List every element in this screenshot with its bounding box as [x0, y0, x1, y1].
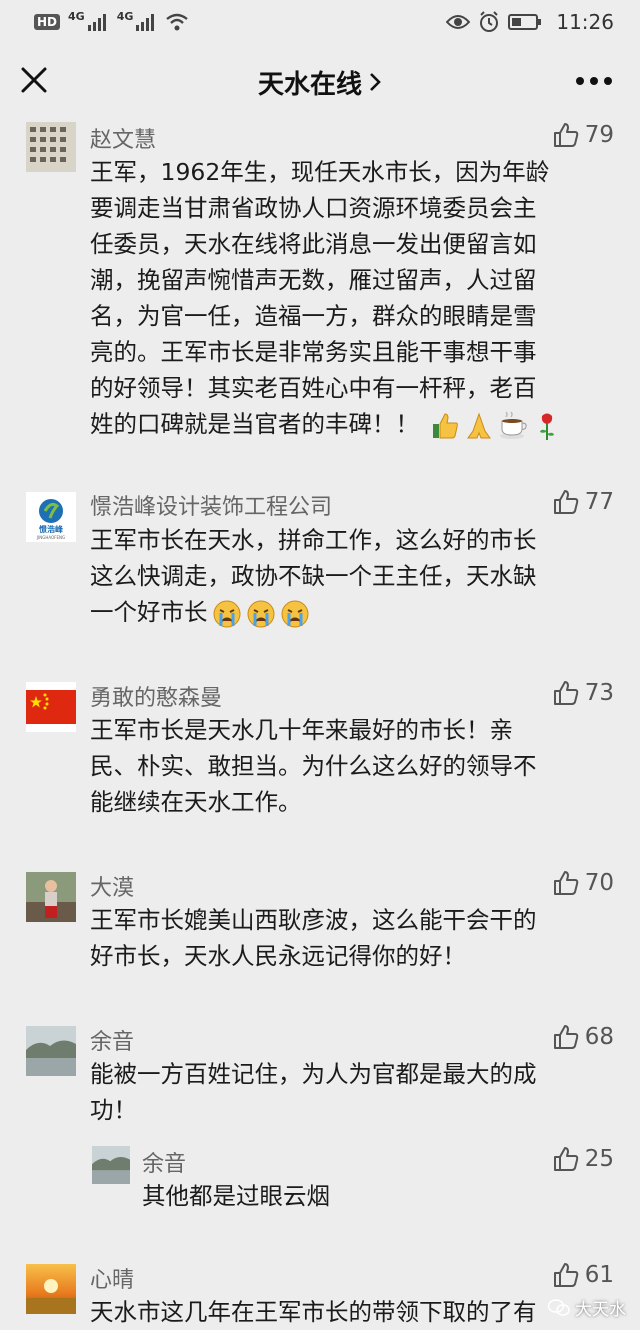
text-line: 王军，1962年生，现任天水市长，因为年龄: [90, 158, 550, 186]
network-label-1: 4G: [68, 9, 85, 23]
like-button[interactable]: 77: [553, 489, 614, 515]
rose-emoji: [540, 413, 555, 440]
comment-text: 王军市长媲美山西耿彦波，这么能干会干的 好市长，天水人民永远记得你的好！: [90, 902, 612, 974]
close-icon[interactable]: [18, 64, 50, 96]
wechat-icon: [548, 1298, 570, 1316]
avatar[interactable]: [26, 1026, 76, 1076]
text-line: 天水市这几年在王军市长的带领下取的了有: [90, 1298, 537, 1326]
comment-author: 余音: [90, 1030, 135, 1055]
text-line: 这么快调走，政协不缺一个王主任，天水缺: [90, 562, 537, 590]
crying-face-emoji: [247, 600, 274, 627]
coffee-emoji: [500, 410, 528, 439]
comment-text: 王军市长是天水几十年来最好的市长！亲 民、朴实、敢担当。为什么这么好的领导不 能…: [90, 712, 612, 820]
page-title: 天水在线: [257, 69, 362, 100]
comment-text: 王军市长在天水，拼命工作，这么好的市长 这么快调走，政协不缺一个王主任，天水缺 …: [90, 522, 612, 630]
praying-hands-emoji: [467, 411, 492, 438]
text-line: 能继续在天水工作。: [90, 788, 302, 816]
avatar-brand-text: 憬浩峰: [39, 524, 63, 534]
text-line: 王军市长媲美山西耿彦波，这么能干会干的: [90, 906, 537, 934]
thumbs-up-icon: [553, 123, 578, 147]
status-bar: HD 4G 4G 11:26: [0, 0, 640, 44]
comment-author: 勇敢的憨森曼: [90, 686, 223, 711]
text-line-content: 一个好市长: [90, 598, 208, 626]
thumbs-up-emoji: [433, 412, 459, 438]
thumbs-up-icon: [553, 681, 578, 705]
comment-text: 天水市这几年在王军市长的带领下取的了有: [90, 1294, 612, 1330]
like-count: 73: [584, 680, 614, 706]
text-line: 要调走当甘肃省政协人口资源环境委员会主: [90, 194, 537, 222]
text-line: 姓的口碑就是当官者的丰碑！！: [90, 406, 612, 442]
thumbs-up-icon: [553, 1025, 578, 1049]
network-label-2: 4G: [116, 9, 134, 23]
thumbs-up-icon: [553, 1147, 578, 1171]
text-line: 的好领导！其实老百姓心中有一杆秤，老百: [90, 374, 537, 402]
wifi-icon: [166, 13, 189, 31]
account-title-link[interactable]: 天水在线: [258, 64, 382, 101]
like-count: 70: [584, 870, 614, 896]
text-line: 民、朴实、敢担当。为什么这么好的领导不: [90, 752, 537, 780]
chevron-right-icon: [370, 73, 381, 91]
text-line: 任委员，天水在线将此消息一发出便留言如: [90, 230, 537, 258]
avatar[interactable]: [26, 122, 76, 172]
comment-author: 大漠: [90, 876, 135, 901]
text-line: 王军市长是天水几十年来最好的市长！亲: [90, 716, 513, 744]
like-button[interactable]: 61: [553, 1262, 614, 1288]
signal-icon: [87, 14, 106, 31]
avatar[interactable]: [26, 872, 76, 922]
comment-author: 心晴: [90, 1268, 135, 1293]
like-button[interactable]: 25: [553, 1146, 614, 1172]
eye-icon: [446, 15, 471, 29]
comment-author: 赵文慧: [90, 128, 157, 153]
watermark-text: 大天水: [575, 1300, 626, 1320]
thumbs-up-icon: [553, 490, 578, 514]
thumbs-up-icon: [553, 1263, 578, 1287]
like-count: 77: [584, 489, 614, 515]
crying-face-emoji: [281, 600, 308, 627]
like-button[interactable]: 73: [553, 680, 614, 706]
text-line: 好市长，天水人民永远记得你的好！: [90, 942, 466, 970]
text-line: 王军市长在天水，拼命工作，这么好的市长: [90, 526, 537, 554]
crying-face-emoji: [213, 600, 240, 627]
signal-icon: [136, 14, 155, 31]
comment-author: 憬浩峰设计装饰工程公司: [90, 495, 333, 520]
watermark: 大天水: [548, 1295, 626, 1320]
battery-icon: [508, 14, 542, 30]
hd-badge: HD: [34, 14, 61, 30]
like-count: 25: [584, 1146, 614, 1172]
avatar[interactable]: [26, 682, 76, 732]
alarm-icon: [480, 11, 499, 32]
like-button[interactable]: 79: [553, 122, 614, 148]
text-line: 其他都是过眼云烟: [142, 1182, 330, 1210]
avatar[interactable]: 憬浩峰 JINGHAOFENG: [26, 492, 76, 542]
text-line: 名，为官一任，造福一方，群众的眼睛是雪: [90, 302, 537, 330]
status-left: HD 4G 4G: [34, 9, 189, 31]
text-line: 能被一方百姓记住，为人为官都是最大的成: [90, 1060, 537, 1088]
like-count: 68: [584, 1024, 614, 1050]
status-right: 11:26: [446, 10, 614, 34]
more-options-icon[interactable]: [574, 66, 614, 96]
comment-text: 王军，1962年生，现任天水市长，因为年龄 要调走当甘肃省政协人口资源环境委员会…: [90, 154, 612, 442]
avatar[interactable]: [92, 1146, 130, 1184]
text-line: 潮，挽留声惋惜声无数，雁过留声，人过留: [90, 266, 537, 294]
text-line: 功！: [90, 1096, 137, 1124]
reply-text: 其他都是过眼云烟: [142, 1178, 612, 1214]
like-button[interactable]: 70: [553, 870, 614, 896]
text-line: 一个好市长: [90, 594, 612, 630]
like-button[interactable]: 68: [553, 1024, 614, 1050]
like-count: 61: [584, 1262, 614, 1288]
avatar[interactable]: [26, 1264, 76, 1314]
reply-author: 余音: [142, 1152, 187, 1177]
comment-text: 能被一方百姓记住，为人为官都是最大的成 功！: [90, 1056, 612, 1128]
clock: 11:26: [556, 10, 614, 34]
thumbs-up-icon: [553, 871, 578, 895]
avatar-brand-subtext: JINGHAOFENG: [36, 535, 65, 540]
text-line-content: 姓的口碑就是当官者的丰碑！！: [90, 410, 419, 438]
nav-bar: 天水在线: [0, 44, 640, 120]
text-line: 亮的。王军市长是非常务实且能干事想干事: [90, 338, 537, 366]
like-count: 79: [584, 122, 614, 148]
